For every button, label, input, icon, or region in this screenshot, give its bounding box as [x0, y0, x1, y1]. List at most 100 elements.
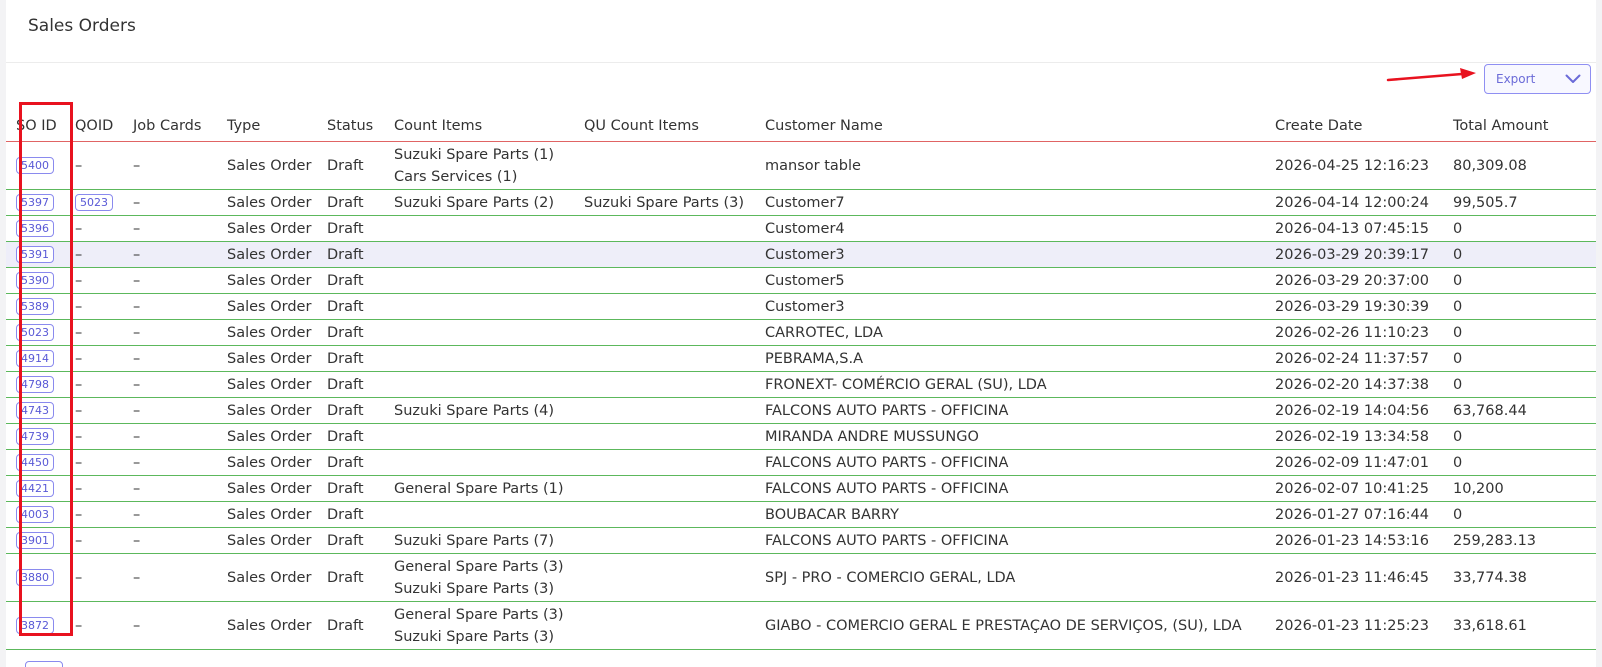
so-id-link[interactable]: 5389: [16, 298, 54, 315]
qu-count-items-cell: [574, 241, 755, 268]
total-amount-value: 10,200: [1453, 480, 1504, 497]
qoid-value: –: [75, 428, 83, 445]
create-date-cell: 2026-02-19 14:04:56: [1265, 397, 1443, 424]
so-id-cell: 4798: [6, 371, 65, 398]
status-cell: Draft: [317, 319, 384, 346]
customer-name-cell: MIRANDA ANDRE MUSSUNGO: [755, 423, 1265, 450]
col-header-create-date[interactable]: Create Date: [1265, 110, 1443, 142]
count-item-line: General Spare Parts (3): [394, 558, 564, 575]
table-row[interactable]: 5389 – – Sales Order Draft Customer3 2026-03-2…: [6, 293, 1596, 320]
type-cell: Sales Order: [217, 527, 317, 554]
customer-name-value: Customer3: [765, 298, 845, 315]
export-dropdown-button[interactable]: Export: [1484, 64, 1591, 94]
qoid-cell: –: [65, 293, 123, 320]
col-header-customer-name[interactable]: Customer Name: [755, 110, 1265, 142]
status-value: Draft: [327, 428, 364, 445]
col-header-total-amount[interactable]: Total Amount: [1443, 110, 1596, 142]
so-id-link[interactable]: 4743: [16, 402, 54, 419]
status-cell: Draft: [317, 215, 384, 242]
so-id-link[interactable]: 4450: [16, 454, 54, 471]
total-amount-value: 63,768.44: [1453, 402, 1527, 419]
table-row[interactable]: 5397 5023 – Sales Order Draft Suzuki Spare Pa…: [6, 189, 1596, 216]
col-header-status[interactable]: Status: [317, 110, 384, 142]
qoid-cell: –: [65, 319, 123, 346]
qu-count-item-line: Suzuki Spare Parts (3): [584, 194, 745, 211]
table-row[interactable]: 3872 – – Sales Order Draft General Spare Part…: [6, 601, 1596, 650]
count-items-cell: General Spare Parts (3) Suzuki Spare Part…: [384, 601, 574, 650]
col-header-qu-count-items[interactable]: QU Count Items: [574, 110, 755, 142]
so-id-link[interactable]: 3872: [16, 617, 54, 634]
total-amount-value: 33,774.38: [1453, 569, 1527, 586]
job-cards-value: –: [133, 402, 141, 419]
so-id-cell: 4003: [6, 501, 65, 528]
create-date-cell: 2026-04-25 12:16:23: [1265, 141, 1443, 190]
job-cards-value: –: [133, 454, 141, 471]
table-row[interactable]: 4421 – – Sales Order Draft General Spare Part…: [6, 475, 1596, 502]
qu-count-items-cell: [574, 215, 755, 242]
job-cards-cell: –: [123, 189, 217, 216]
total-amount-value: 0: [1453, 246, 1463, 263]
job-cards-cell: –: [123, 241, 217, 268]
total-amount-cell: 99,505.7: [1443, 189, 1596, 216]
table-row[interactable]: 4743 – – Sales Order Draft Suzuki Spare Parts…: [6, 397, 1596, 424]
total-amount-cell: 10,200: [1443, 475, 1596, 502]
so-id-link[interactable]: 5390: [16, 272, 54, 289]
job-cards-cell: –: [123, 397, 217, 424]
job-cards-value: –: [133, 428, 141, 445]
qoid-link[interactable]: 5023: [75, 194, 113, 211]
table-row[interactable]: 4798 – – Sales Order Draft FRONEXT- COMÉRCIO …: [6, 371, 1596, 398]
table-row[interactable]: 5023 – – Sales Order Draft CARROTEC, LDA 2026-…: [6, 319, 1596, 346]
so-id-link[interactable]: 5023: [16, 324, 54, 341]
so-id-link[interactable]: 5400: [16, 157, 54, 174]
col-header-job-cards[interactable]: Job Cards: [123, 110, 217, 142]
status-value: Draft: [327, 220, 364, 237]
export-label: Export: [1496, 72, 1536, 86]
create-date-value: 2026-04-14 12:00:24: [1275, 194, 1429, 211]
table-row[interactable]: 4914 – – Sales Order Draft PEBRAMA,S.A 2026-02…: [6, 345, 1596, 372]
table-row[interactable]: 5390 – – Sales Order Draft Customer5 2026-03-2…: [6, 267, 1596, 294]
so-id-link[interactable]: 4739: [16, 428, 54, 445]
count-item-line: General Spare Parts (3): [394, 606, 564, 623]
table-header-row: SO ID QOID Job Cards Type Status Count I…: [6, 110, 1596, 142]
so-id-link[interactable]: 5397: [16, 194, 54, 211]
so-id-link[interactable]: 3901: [16, 532, 54, 549]
qu-count-items-cell: [574, 601, 755, 650]
total-amount-cell: 0: [1443, 215, 1596, 242]
customer-name-value: FALCONS AUTO PARTS - OFFICINA: [765, 480, 1009, 497]
create-date-cell: 2026-02-20 14:37:38: [1265, 371, 1443, 398]
job-cards-cell: –: [123, 475, 217, 502]
annotation-arrow-icon: [1386, 68, 1476, 82]
table-row[interactable]: 4739 – – Sales Order Draft MIRANDA ANDRE MUSS…: [6, 423, 1596, 450]
type-value: Sales Order: [227, 402, 312, 419]
count-items-cell: [384, 423, 574, 450]
customer-name-cell: Customer4: [755, 215, 1265, 242]
qoid-value: –: [75, 454, 83, 471]
type-value: Sales Order: [227, 350, 312, 367]
table-row[interactable]: 3880 – – Sales Order Draft General Spare Part…: [6, 553, 1596, 602]
so-id-link[interactable]: 4421: [16, 480, 54, 497]
so-id-link[interactable]: 4798: [16, 376, 54, 393]
table-row[interactable]: 4450 – – Sales Order Draft FALCONS AUTO PARTS…: [6, 449, 1596, 476]
job-cards-cell: –: [123, 293, 217, 320]
table-row[interactable]: 5391 – – Sales Order Draft Customer3 2026-03-2…: [6, 241, 1596, 268]
col-header-qoid[interactable]: QOID: [65, 110, 123, 142]
table-row[interactable]: 5396 – – Sales Order Draft Customer4 2026-04-1…: [6, 215, 1596, 242]
status-value: Draft: [327, 324, 364, 341]
job-cards-value: –: [133, 532, 141, 549]
so-id-link[interactable]: 4003: [16, 506, 54, 523]
qu-count-items-cell: [574, 501, 755, 528]
total-amount-cell: 0: [1443, 501, 1596, 528]
qoid-value: –: [75, 480, 83, 497]
col-header-type[interactable]: Type: [217, 110, 317, 142]
customer-name-cell: FALCONS AUTO PARTS - OFFICINA: [755, 397, 1265, 424]
count-item-line: Suzuki Spare Parts (7): [394, 532, 555, 549]
table-row[interactable]: 5400 – – Sales Order Draft Suzuki Spare Parts…: [6, 141, 1596, 190]
so-id-link[interactable]: 5396: [16, 220, 54, 237]
col-header-count-items[interactable]: Count Items: [384, 110, 574, 142]
so-id-link[interactable]: 5391: [16, 246, 54, 263]
col-header-so-id[interactable]: SO ID: [6, 110, 65, 142]
so-id-link[interactable]: 4914: [16, 350, 54, 367]
so-id-link[interactable]: 3880: [16, 569, 54, 586]
table-row[interactable]: 3901 – – Sales Order Draft Suzuki Spare Parts…: [6, 527, 1596, 554]
table-row[interactable]: 4003 – – Sales Order Draft BOUBACAR BARRY 2026…: [6, 501, 1596, 528]
